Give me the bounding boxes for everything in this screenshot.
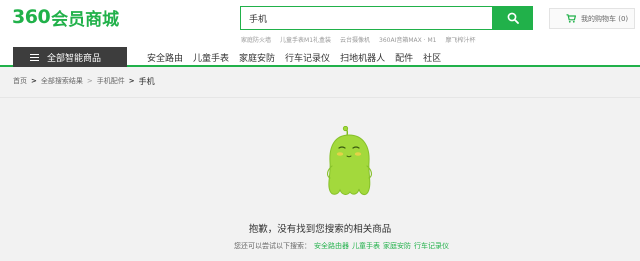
breadcrumb-search-results[interactable]: 全部搜索结果 <box>41 76 83 86</box>
content-divider <box>0 97 640 98</box>
empty-result-mascot <box>327 126 372 196</box>
logo-number: 360 <box>12 6 51 28</box>
hot-word[interactable]: 家庭防火墙 <box>241 35 271 45</box>
nav-item-home-security[interactable]: 家庭安防 <box>239 51 275 64</box>
suggest-link[interactable]: 家庭安防 <box>383 241 411 251</box>
nav-item-dashcam[interactable]: 行车记录仪 <box>285 51 330 64</box>
hot-word[interactable]: 儿童手表M1礼盒装 <box>280 35 331 45</box>
main-nav: 全部智能商品 安全路由 儿童手表 家庭安防 行车记录仪 扫地机器人 配件 社区 <box>0 47 640 67</box>
hot-search-words: 家庭防火墙 儿童手表M1礼盒装 云台摄像机 360AI音箱MAX · M1 摩飞… <box>241 35 475 45</box>
cart-button[interactable]: 我的购物车 (0) <box>549 8 635 29</box>
logo-text: 会员商城 <box>51 9 120 30</box>
breadcrumb-category[interactable]: 手机配件 <box>97 76 125 86</box>
menu-icon <box>30 53 39 61</box>
suggest-prefix: 您还可以尝试以下搜索： <box>234 241 311 250</box>
breadcrumb-separator: > <box>128 77 135 85</box>
search-icon <box>507 12 519 24</box>
site-logo[interactable]: 360 会员商城 <box>12 6 120 30</box>
hot-word[interactable]: 云台摄像机 <box>340 35 370 45</box>
breadcrumb-separator: > <box>31 77 37 85</box>
all-categories-label: 全部智能商品 <box>47 53 102 64</box>
empty-result-message: 抱歉，没有找到您搜索的相关商品 <box>248 224 392 235</box>
search-box <box>240 6 493 30</box>
nav-item-routers[interactable]: 安全路由 <box>147 51 183 64</box>
breadcrumb-separator: > <box>86 77 93 85</box>
all-categories-button[interactable]: 全部智能商品 <box>13 47 127 67</box>
suggest-link[interactable]: 安全路由器 <box>314 241 349 251</box>
cart-icon <box>566 14 576 23</box>
breadcrumb: 首页 > 全部搜索结果 > 手机配件 > 手机 <box>13 75 155 87</box>
suggest-link[interactable]: 儿童手表 <box>352 241 380 251</box>
hot-word[interactable]: 摩飞榨汁杯 <box>445 35 475 45</box>
breadcrumb-home[interactable]: 首页 <box>13 76 27 86</box>
nav-item-robot-vacuum[interactable]: 扫地机器人 <box>340 51 385 64</box>
cart-label: 我的购物车 (0) <box>581 14 629 23</box>
nav-item-accessories[interactable]: 配件 <box>395 51 413 64</box>
search-button[interactable] <box>493 6 533 30</box>
search-input[interactable] <box>241 7 492 29</box>
site-header: 360 会员商城 家庭防火墙 儿童手表M1礼盒装 云台摄像机 360AI音箱MA… <box>0 0 640 47</box>
nav-items: 安全路由 儿童手表 家庭安防 行车记录仪 扫地机器人 配件 社区 <box>147 47 451 67</box>
nav-item-community[interactable]: 社区 <box>423 51 441 64</box>
nav-item-kids-watch[interactable]: 儿童手表 <box>193 51 229 64</box>
hot-word[interactable]: 360AI音箱MAX · M1 <box>379 35 436 45</box>
suggest-link[interactable]: 行车记录仪 <box>414 241 449 251</box>
breadcrumb-current: 手机 <box>138 76 155 86</box>
search-suggestions: 您还可以尝试以下搜索： 安全路由器 儿童手表 家庭安防 行车记录仪 <box>234 240 449 251</box>
